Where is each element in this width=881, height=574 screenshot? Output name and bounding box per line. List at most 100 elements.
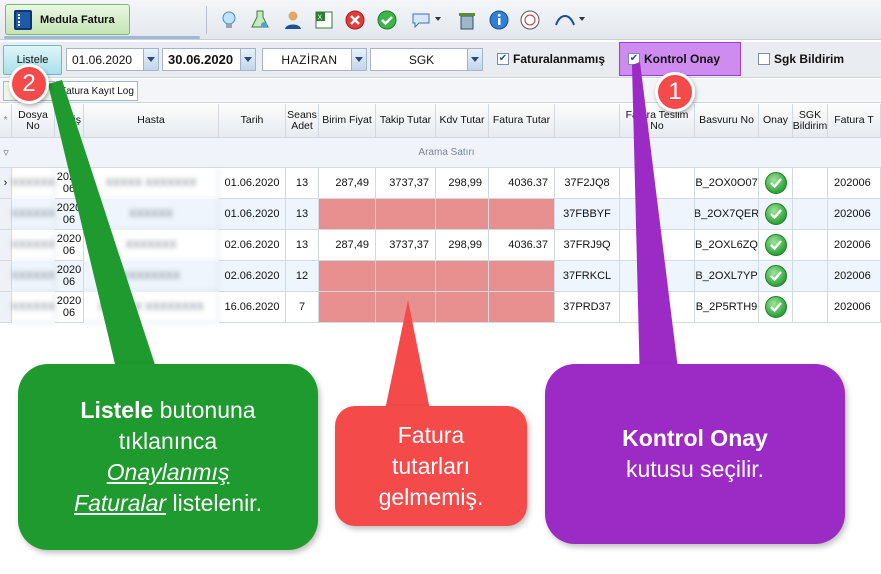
svg-text:X: X xyxy=(318,15,323,22)
cell-sel[interactable] xyxy=(0,199,12,230)
start-date-picker[interactable]: 01.06.2020 xyxy=(66,48,159,71)
top-toolbar: Medula Fatura X xyxy=(0,0,881,40)
tab-fatura-kayit-log[interactable]: Fatura Kayıt Log xyxy=(56,81,138,101)
header-corner: * xyxy=(0,104,12,138)
callout-green-link2: Faturalar xyxy=(74,490,167,516)
cell-gelis: 2020 06 xyxy=(55,168,84,199)
column-header[interactable]: Fatura Tutar xyxy=(489,104,555,138)
approved-check-icon[interactable] xyxy=(764,172,787,194)
cell-dosya: XXXXXX xyxy=(12,261,55,292)
approved-check-icon[interactable] xyxy=(764,234,787,256)
column-header[interactable]: Dosya No xyxy=(12,104,55,138)
gelis-year: 2020 xyxy=(56,202,82,214)
institution-select[interactable]: SGK xyxy=(370,48,483,71)
cell-teslim xyxy=(620,199,695,230)
cell-dosya: XXXXXX xyxy=(12,230,55,261)
table-row[interactable]: XXXXXX 2020 06 XXXXXXX 02.06.2020 13 287,49 373… xyxy=(0,230,881,261)
cell-birim xyxy=(319,261,376,292)
table-row[interactable]: › XXXXXX 2020 06 XXXXX XXXXXXX 01.06.2020 13 28… xyxy=(0,168,881,199)
cell-seans: 12 xyxy=(286,261,319,292)
cell-tarih: 02.06.2020 xyxy=(219,261,286,292)
cancel-icon[interactable] xyxy=(343,8,367,32)
message-icon[interactable] xyxy=(409,8,441,32)
table-row[interactable]: XXXXXX 2020 06 XXXXXX 01.06.2020 13 37FBBYF B_2… xyxy=(0,199,881,230)
tab-medula-fatura[interactable]: Medula Fatura xyxy=(5,4,130,35)
cell-sel[interactable] xyxy=(0,292,12,323)
cell-fatura xyxy=(489,199,555,230)
cell-dosya: XXXXXX xyxy=(12,199,55,230)
column-header[interactable]: Geliş xyxy=(55,104,84,138)
search-row[interactable]: ▿ Arama Satırı xyxy=(0,138,881,168)
cell-tarih: 01.06.2020 xyxy=(219,199,286,230)
info-icon[interactable] xyxy=(487,8,511,32)
cell-takip-no: 37PRD37 xyxy=(555,292,620,323)
column-header[interactable]: Fatura T xyxy=(828,104,881,138)
cell-bildirim xyxy=(793,168,828,199)
table-row[interactable]: XXXXXX 2020 06 XXXXXX XXXXXXXX 16.06.2020 7 37… xyxy=(0,292,881,323)
callout-red-line1: Fatura xyxy=(397,421,465,448)
cell-kdv xyxy=(436,292,489,323)
column-header[interactable]: Birim Fiyat xyxy=(319,104,376,138)
column-header[interactable]: Hasta xyxy=(84,104,219,138)
sgk-bildirim-checkbox[interactable]: Sgk Bildirim xyxy=(758,52,844,66)
faturalanmamis-label: Faturalanmamış xyxy=(513,52,606,66)
gelis-year: 2020 xyxy=(56,264,82,276)
excel-icon[interactable]: X xyxy=(312,8,336,32)
sgk-icon[interactable] xyxy=(553,8,585,32)
lightbulb-icon[interactable] xyxy=(217,8,241,32)
delete-icon[interactable] xyxy=(455,8,479,32)
cell-sel[interactable] xyxy=(0,230,12,261)
chevron-down-icon[interactable] xyxy=(143,49,158,70)
user-icon[interactable] xyxy=(281,8,305,32)
grid-header: * Dosya No Geliş Hasta Tarih Seans Adet Birim … xyxy=(0,104,881,138)
flask-icon[interactable] xyxy=(248,8,272,32)
cell-tarih: 16.06.2020 xyxy=(219,292,286,323)
cell-fatura: 4036.37 xyxy=(489,230,555,261)
column-header[interactable]: Kdv Tutar xyxy=(436,104,489,138)
cell-bildirim xyxy=(793,261,828,292)
approved-check-icon[interactable] xyxy=(764,203,787,225)
filter-icon[interactable]: ▿ xyxy=(0,138,12,168)
checkbox-box[interactable]: ✔ xyxy=(497,53,509,65)
month-select[interactable]: HAZİRAN xyxy=(262,48,367,71)
cell-basvuru: B_2OXL6ZQ xyxy=(695,230,759,261)
tab-underline xyxy=(4,36,200,39)
toolbar-separator xyxy=(206,6,207,34)
faturalanmamis-checkbox[interactable]: ✔ Faturalanmamış xyxy=(497,52,605,66)
approved-check-icon[interactable] xyxy=(764,265,787,287)
chevron-down-icon[interactable] xyxy=(240,49,255,70)
callout-listele: Listele butonuna tıklanınca Onaylanmış F… xyxy=(18,364,318,550)
kontrol-onay-checkbox[interactable]: ✔ Kontrol Onay xyxy=(628,52,720,66)
cell-fatura-t: 202006 xyxy=(828,292,881,323)
chevron-down-icon[interactable] xyxy=(351,49,366,70)
end-date-picker[interactable]: 30.06.2020 xyxy=(162,48,256,71)
column-header[interactable]: Onay xyxy=(759,104,793,138)
cell-takip: 3737,37 xyxy=(376,230,436,261)
gelis-month: 06 xyxy=(62,307,76,319)
column-header[interactable]: SGK Bildirim xyxy=(793,104,828,138)
column-header[interactable]: Takip Tutar xyxy=(376,104,436,138)
cell-bildirim xyxy=(793,292,828,323)
cell-onay xyxy=(759,168,793,199)
cell-takip-no: 37FRJ9Q xyxy=(555,230,620,261)
cell-sel[interactable]: › xyxy=(0,168,12,199)
approved-check-icon[interactable] xyxy=(764,296,787,318)
gelis-month: 06 xyxy=(62,183,76,195)
gelis-year: 2020 xyxy=(56,295,82,307)
table-row[interactable]: XXXXXX 2020 06 XXXXXXXX 02.06.2020 12 37FRKCL B… xyxy=(0,261,881,292)
sub-tab-strip: Fatura Kayıt Log xyxy=(0,79,881,103)
cell-sel[interactable] xyxy=(0,261,12,292)
checkbox-box[interactable] xyxy=(758,53,770,65)
step-badge-1: 1 xyxy=(655,72,695,112)
chevron-down-icon[interactable] xyxy=(467,49,482,70)
approve-icon[interactable] xyxy=(375,8,399,32)
column-header[interactable]: Tarih xyxy=(219,104,286,138)
column-header[interactable]: Seans Adet xyxy=(286,104,319,138)
column-header[interactable]: Basvuru No xyxy=(695,104,759,138)
cell-kdv: 298,99 xyxy=(436,230,489,261)
column-header[interactable] xyxy=(555,104,620,138)
health-ministry-icon[interactable] xyxy=(518,8,542,32)
cell-dosya: XXXXXX xyxy=(12,292,55,323)
checkbox-box[interactable]: ✔ xyxy=(628,53,640,65)
cell-gelis: 2020 06 xyxy=(55,230,84,261)
